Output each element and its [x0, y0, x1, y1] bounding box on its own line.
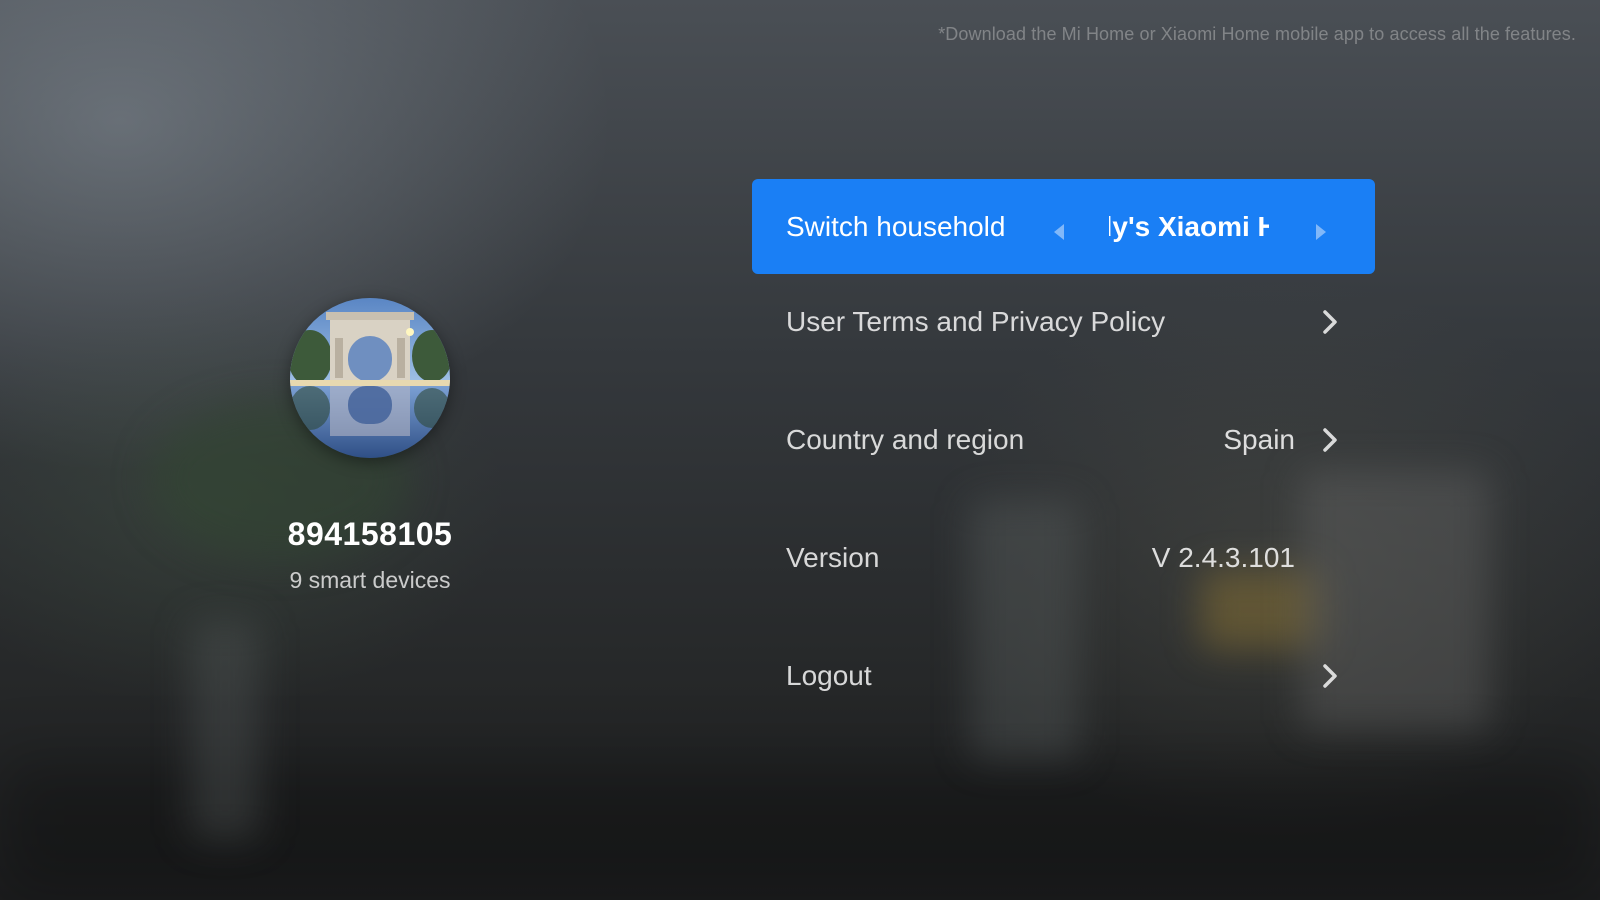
household-switcher[interactable]: Hedy's Xiaomi Home: [1051, 211, 1329, 243]
switch-household-row[interactable]: Switch household Hedy's Xiaomi Home: [752, 179, 1375, 274]
user-terms-row[interactable]: User Terms and Privacy Policy: [752, 274, 1375, 369]
version-row: Version V 2.4.3.101: [752, 510, 1375, 605]
app-download-note: *Download the Mi Home or Xiaomi Home mob…: [938, 24, 1576, 44]
chevron-right-icon[interactable]: [1313, 217, 1329, 240]
device-count: 9 smart devices: [289, 567, 451, 593]
background-vase: [190, 620, 260, 840]
settings-screen: *Download the Mi Home or Xiaomi Home mob…: [0, 0, 1600, 900]
chevron-right-icon: [1319, 662, 1341, 690]
logout-row[interactable]: Logout: [752, 628, 1375, 723]
user-terms-label: User Terms and Privacy Policy: [786, 305, 1166, 337]
version-label: Version: [786, 541, 880, 573]
country-region-label: Country and region: [786, 423, 1025, 455]
logout-label: Logout: [786, 659, 872, 691]
chevron-right-icon: [1319, 426, 1341, 454]
switch-household-label: Switch household: [786, 210, 1006, 242]
country-region-value: Spain: [1223, 423, 1295, 455]
chevron-left-icon[interactable]: [1051, 217, 1067, 240]
settings-menu: Switch household Hedy's Xiaomi Home User…: [752, 179, 1375, 723]
household-name: Hedy's Xiaomi Home: [1109, 211, 1269, 243]
country-region-row[interactable]: Country and region Spain: [752, 392, 1375, 487]
version-value: V 2.4.3.101: [1151, 541, 1295, 573]
chevron-right-icon: [1319, 308, 1341, 336]
profile-panel: 894158105 9 smart devices: [250, 298, 490, 594]
household-name-text: Hedy's Xiaomi Home: [1109, 210, 1270, 242]
avatar: [290, 298, 450, 458]
arch-monument-icon: [290, 298, 450, 458]
account-id: 894158105: [287, 516, 453, 552]
